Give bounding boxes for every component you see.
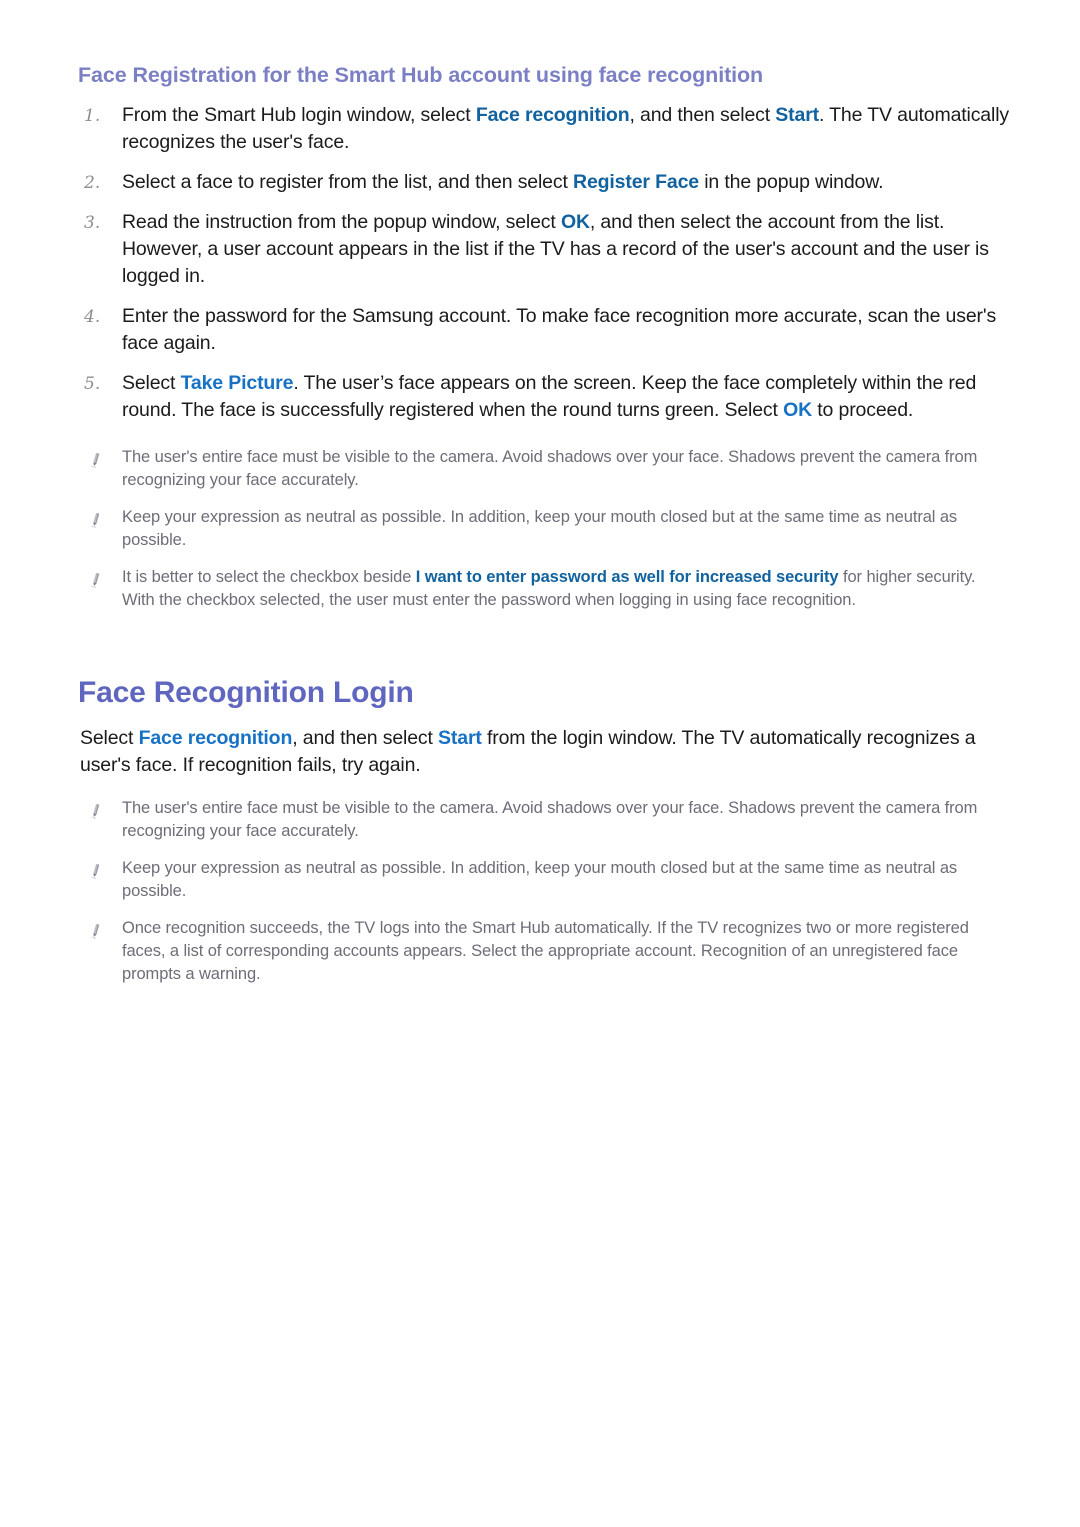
step-number: 2.	[84, 172, 101, 193]
text-run: Select	[80, 727, 139, 750]
text-run: , and then select	[629, 103, 776, 126]
note-item: Once recognition succeeds, the TV logs i…	[78, 917, 1012, 986]
text-run: It is better to select the checkbox besi…	[122, 567, 416, 586]
page-heading: Face Recognition Login	[78, 675, 414, 709]
pencil-icon	[86, 571, 104, 589]
step-text: Select Take Picture. The user’s face app…	[122, 372, 976, 421]
pencil-icon	[86, 451, 104, 469]
text-run: The user's entire face must be visible t…	[122, 799, 978, 841]
note-item: The user's entire face must be visible t…	[78, 446, 1012, 492]
text-run: Read the instruction from the popup wind…	[122, 210, 561, 233]
document-page: Face Registration for the Smart Hub acco…	[0, 0, 1080, 1527]
pencil-icon	[86, 922, 104, 940]
registration-notes-list: The user's entire face must be visible t…	[78, 446, 1012, 612]
note-item: Keep your expression as neutral as possi…	[78, 506, 1012, 552]
pencil-icon	[86, 862, 104, 880]
login-paragraph: Select Face recognition, and then select…	[78, 725, 1012, 779]
text-run: Select	[122, 371, 181, 394]
note-item: It is better to select the checkbox besi…	[78, 566, 1012, 612]
step-text: Select a face to register from the list,…	[122, 170, 884, 193]
text-run: The user's entire face must be visible t…	[122, 447, 978, 489]
step-text: Enter the password for the Samsung accou…	[122, 305, 996, 354]
note-item: The user's entire face must be visible t…	[78, 797, 1012, 843]
text-run: , and then select	[292, 727, 439, 750]
ui-term: Take Picture	[180, 371, 294, 394]
note-text: It is better to select the checkbox besi…	[122, 568, 976, 609]
text-run: Enter the password for the Samsung accou…	[122, 304, 997, 354]
step-number: 5.	[84, 373, 101, 394]
step-item: 2. Select a face to register from the lis…	[78, 169, 1012, 196]
ui-term: Register Face	[573, 170, 699, 193]
step-text: Read the instruction from the popup wind…	[122, 211, 989, 287]
note-text: Keep your expression as neutral as possi…	[122, 508, 957, 549]
ui-term: Start	[438, 727, 482, 750]
text-run: Select a face to register from the list,…	[122, 170, 574, 193]
step-item: 5. Select Take Picture. The user’s face a…	[78, 370, 1012, 424]
note-text: Keep your expression as neutral as possi…	[122, 859, 957, 900]
step-text: From the Smart Hub login window, select …	[122, 104, 1009, 153]
text-run: in the popup window.	[698, 170, 884, 193]
note-text: The user's entire face must be visible t…	[122, 448, 977, 489]
step-item: 3. Read the instruction from the popup wi…	[78, 209, 1012, 290]
ui-term: Face recognition	[475, 103, 630, 126]
text-run: Keep your expression as neutral as possi…	[122, 507, 958, 549]
pencil-icon	[86, 802, 104, 820]
text-run: to proceed.	[812, 398, 914, 421]
ui-term: Face recognition	[138, 727, 293, 750]
step-item: 1. From the Smart Hub login window, selec…	[78, 102, 1012, 156]
step-number: 4.	[84, 306, 101, 327]
text-run: Keep your expression as neutral as possi…	[122, 859, 958, 901]
ui-term: OK	[560, 210, 590, 233]
ui-term: OK	[783, 398, 813, 421]
ui-term: I want to enter password as well for inc…	[415, 567, 839, 586]
step-number: 3.	[84, 212, 101, 233]
section-title: Face Registration for the Smart Hub acco…	[78, 63, 764, 87]
step-number: 1.	[84, 105, 101, 126]
note-text: The user's entire face must be visible t…	[122, 799, 977, 840]
pencil-icon	[86, 511, 104, 529]
page-content: Face Registration for the Smart Hub acco…	[78, 62, 1012, 986]
login-notes-list: The user's entire face must be visible t…	[78, 797, 1012, 986]
ui-term: Start	[775, 103, 819, 126]
note-item: Keep your expression as neutral as possi…	[78, 857, 1012, 903]
step-item: 4. Enter the password for the Samsung acc…	[78, 303, 1012, 357]
text-run: Once recognition succeeds, the TV logs i…	[122, 919, 969, 984]
text-run: From the Smart Hub login window, select	[122, 103, 476, 126]
registration-steps-list: 1. From the Smart Hub login window, selec…	[78, 102, 1012, 424]
note-text: Once recognition succeeds, the TV logs i…	[122, 919, 969, 983]
